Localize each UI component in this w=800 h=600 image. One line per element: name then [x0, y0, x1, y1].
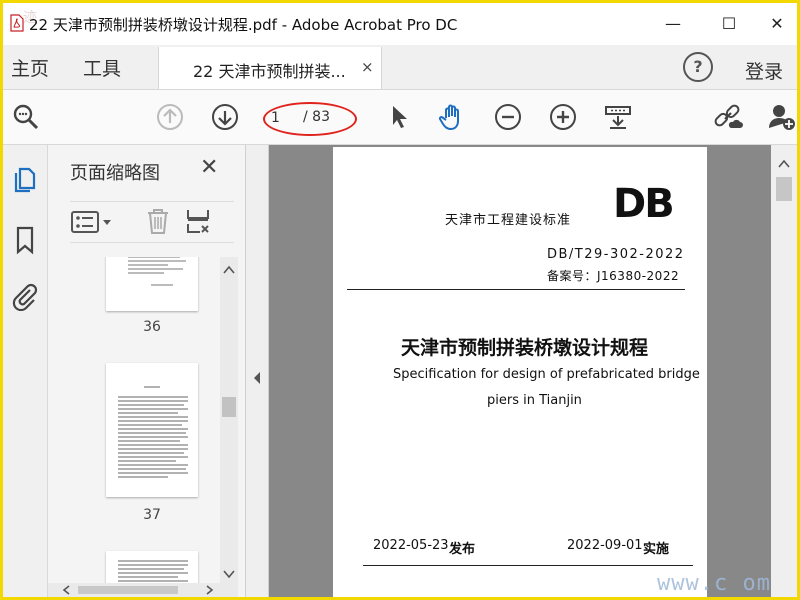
scroll-thumb[interactable]	[222, 397, 236, 417]
panel-close-icon[interactable]: ✕	[200, 155, 218, 180]
scroll-down-icon[interactable]	[223, 569, 235, 579]
close-button[interactable]: ✕	[757, 9, 797, 39]
scroll-right-icon[interactable]	[204, 585, 214, 595]
thumbnail-page-preview	[118, 386, 188, 478]
bookmark-icon[interactable]	[10, 225, 40, 255]
publish-date: 2022-05-23	[373, 538, 449, 553]
document-tab-label: 22 天津市预制拼装...	[193, 62, 346, 81]
select-cursor-icon[interactable]	[385, 102, 415, 132]
title-english-line1: Specification for design of prefabricate…	[393, 367, 700, 382]
header-rule	[347, 289, 685, 290]
document-vertical-scrollbar[interactable]	[771, 145, 797, 597]
page-thumbnails-icon[interactable]	[10, 165, 40, 195]
footer-rule	[363, 565, 693, 566]
thumbnail-page[interactable]	[106, 551, 198, 587]
share-link-icon[interactable]	[713, 102, 743, 132]
zoom-out-icon[interactable]	[493, 102, 523, 132]
thumbnail-options-icon[interactable]	[70, 208, 114, 236]
window-title: 22 天津市预制拼装桥墩设计规程.pdf - Adobe Acrobat Pro…	[29, 16, 458, 34]
add-user-icon[interactable]	[767, 102, 797, 132]
panel-title: 页面缩略图	[70, 163, 160, 184]
menu-tools[interactable]: 工具	[83, 54, 121, 81]
hand-tool-icon[interactable]	[437, 102, 467, 132]
search-zoom-icon[interactable]	[11, 102, 41, 132]
issuer-text: 天津市工程建设标准	[445, 213, 572, 228]
thumbnail-horizontal-scrollbar[interactable]	[48, 583, 238, 597]
tab-row: 主页 工具 22 天津市预制拼装... × ? 登录	[3, 45, 797, 90]
page-down-icon[interactable]	[210, 102, 240, 132]
attachment-icon[interactable]	[10, 281, 40, 311]
maximize-button[interactable]: ☐	[709, 9, 749, 39]
thumbnail-page[interactable]	[106, 363, 198, 497]
zoom-in-icon[interactable]	[548, 102, 578, 132]
db-logo: DB	[613, 181, 675, 227]
publish-label: 发布	[449, 542, 476, 557]
thumbnail-page[interactable]	[106, 257, 198, 311]
scroll-up-icon[interactable]	[223, 265, 235, 275]
thumbnail-label: 37	[143, 507, 161, 523]
collapse-arrow-icon[interactable]	[252, 371, 262, 385]
login-button[interactable]: 登录	[745, 57, 783, 84]
page-up-icon[interactable]	[155, 102, 185, 132]
help-button[interactable]: ?	[683, 52, 713, 82]
effective-date: 2022-09-01	[567, 538, 643, 553]
thumbnail-label: 36	[143, 319, 161, 335]
panel-collapse-bar[interactable]	[246, 145, 269, 597]
record-number: 备案号：J16380-2022	[547, 269, 680, 283]
toolbar: / 83	[3, 90, 797, 145]
standard-code: DB/T29-302-2022	[547, 247, 685, 262]
hscroll-thumb[interactable]	[78, 586, 178, 594]
title-english-line2: piers in Tianjin	[487, 393, 582, 408]
title-bar: 迹 22 天津市预制拼装桥墩设计规程.pdf - Adobe Acrobat P…	[3, 3, 797, 46]
document-viewport[interactable]: 天津市工程建设标准 DB DB/T29-302-2022 备案号：J16380-…	[269, 145, 771, 597]
page-number-box: / 83	[263, 102, 357, 136]
doc-scroll-thumb[interactable]	[776, 177, 792, 201]
title-chinese: 天津市预制拼装桥墩设计规程	[401, 337, 649, 359]
extract-page-icon[interactable]	[184, 206, 212, 236]
panel-toolbar	[70, 201, 234, 243]
thumbnail-list: 36 37	[48, 257, 220, 587]
minimize-button[interactable]: —	[653, 9, 693, 39]
document-tab[interactable]: 22 天津市预制拼装... ×	[158, 47, 382, 89]
doc-scroll-up-icon[interactable]	[778, 159, 790, 169]
thumbnail-vertical-scrollbar[interactable]	[220, 257, 238, 587]
scroll-left-icon[interactable]	[62, 585, 72, 595]
thumbnail-panel: 页面缩略图 ✕ 36 37	[48, 145, 246, 597]
effective-label: 实施	[643, 542, 670, 557]
watermark: www.c om	[657, 571, 771, 596]
thumbnail-page-preview	[128, 257, 186, 286]
thumbnail-page-preview	[118, 560, 188, 582]
page-fit-icon[interactable]	[603, 102, 633, 132]
delete-page-icon[interactable]	[144, 206, 172, 236]
highlight-ellipse	[263, 102, 357, 136]
menu-home[interactable]: 主页	[11, 54, 49, 81]
left-nav-strip	[3, 145, 48, 597]
pdf-page: 天津市工程建设标准 DB DB/T29-302-2022 备案号：J16380-…	[333, 147, 707, 597]
app-window: 迹 22 天津市预制拼装桥墩设计规程.pdf - Adobe Acrobat P…	[0, 0, 800, 600]
tab-close-icon[interactable]: ×	[361, 58, 374, 76]
